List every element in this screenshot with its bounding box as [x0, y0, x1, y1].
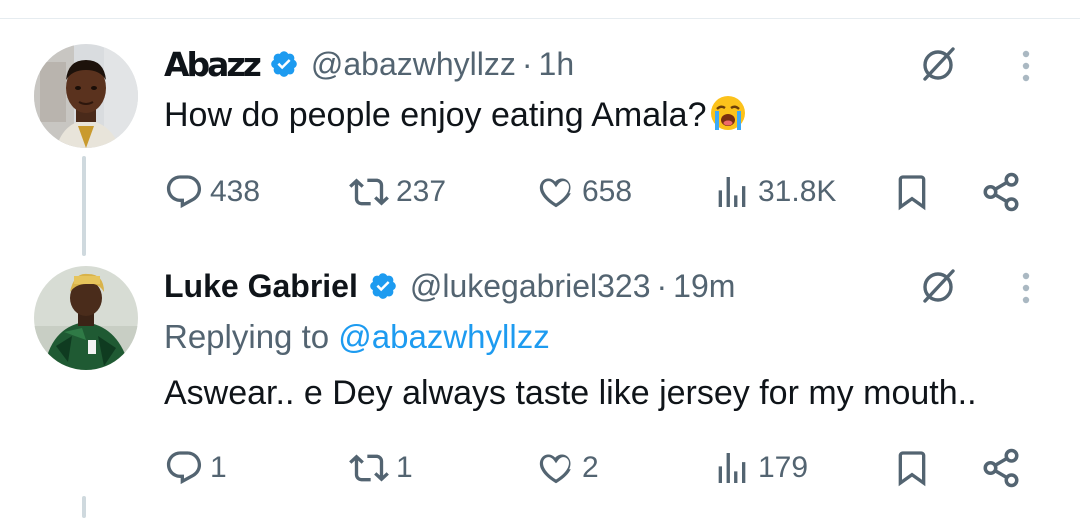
repost-icon: [349, 454, 389, 482]
views-count: 31.8K: [758, 175, 837, 208]
avatar-abazz[interactable]: [34, 44, 138, 148]
repost-button[interactable]: 1: [348, 446, 413, 490]
like-count: 2: [582, 451, 599, 484]
like-icon: [539, 454, 571, 484]
share-button[interactable]: [980, 170, 1022, 214]
reply-button[interactable]: 1: [164, 446, 227, 490]
reply-icon: [166, 451, 202, 485]
tweet-text-content: How do people enjoy eating Amala?: [164, 96, 707, 134]
handle[interactable]: @abazwhyllzz: [311, 46, 516, 83]
more-icon[interactable]: [1020, 270, 1032, 306]
share-icon: [983, 172, 1019, 212]
top-divider: [0, 18, 1080, 19]
bookmark-icon: [898, 451, 926, 487]
separator: ·: [656, 267, 668, 304]
thread-connector-bottom: [82, 496, 86, 518]
replying-to: Replying to @abazwhyllzz: [164, 318, 550, 356]
repost-count: 237: [396, 175, 447, 208]
views-button[interactable]: 31.8K: [712, 170, 836, 214]
like-count: 658: [582, 175, 633, 208]
handle[interactable]: @lukegabriel323: [410, 268, 651, 305]
bookmark-icon: [898, 175, 926, 211]
views-count: 179: [758, 451, 809, 484]
timestamp[interactable]: 19m: [673, 268, 735, 305]
reply-count: 438: [210, 175, 261, 208]
grok-icon[interactable]: [918, 44, 958, 84]
repost-button[interactable]: 237: [348, 170, 446, 214]
separator: ·: [521, 45, 533, 82]
thread-connector: [82, 156, 86, 256]
grok-icon[interactable]: [918, 266, 958, 306]
share-icon: [983, 448, 1019, 488]
repost-icon: [349, 178, 389, 206]
tweet-header: Abazz @abazwhyllzz · 1h: [164, 44, 574, 84]
timestamp[interactable]: 1h: [539, 46, 575, 83]
avatar-image: [34, 44, 138, 148]
tweet-text: Aswear.. e Dey always taste like jersey …: [164, 374, 977, 412]
replying-to-handle[interactable]: @abazwhyllzz: [338, 318, 549, 355]
replying-to-prefix: Replying to: [164, 318, 330, 355]
like-icon: [539, 178, 571, 208]
views-button[interactable]: 179: [712, 446, 808, 490]
tweet-header: Luke Gabriel @lukegabriel323 · 19m: [164, 266, 735, 306]
like-button[interactable]: 658: [536, 170, 632, 214]
avatar-image: [34, 266, 138, 370]
verified-badge-icon: [271, 51, 297, 77]
like-button[interactable]: 2: [536, 446, 599, 490]
display-name[interactable]: Abazz: [164, 45, 262, 84]
bookmark-button[interactable]: [892, 446, 932, 490]
verified-badge-icon: [370, 273, 396, 299]
share-button[interactable]: [980, 446, 1022, 490]
views-icon: [718, 453, 746, 483]
reply-button[interactable]: 438: [164, 170, 260, 214]
loudly-crying-face-emoji: [709, 94, 747, 141]
repost-count: 1: [396, 451, 413, 484]
more-icon[interactable]: [1020, 48, 1032, 84]
views-icon: [718, 177, 746, 207]
reply-icon: [166, 175, 202, 209]
avatar-luke-gabriel[interactable]: [34, 266, 138, 370]
reply-count: 1: [210, 451, 227, 484]
display-name[interactable]: Luke Gabriel: [164, 268, 358, 305]
bookmark-button[interactable]: [892, 170, 932, 214]
tweet-text: How do people enjoy eating Amala?: [164, 94, 747, 141]
